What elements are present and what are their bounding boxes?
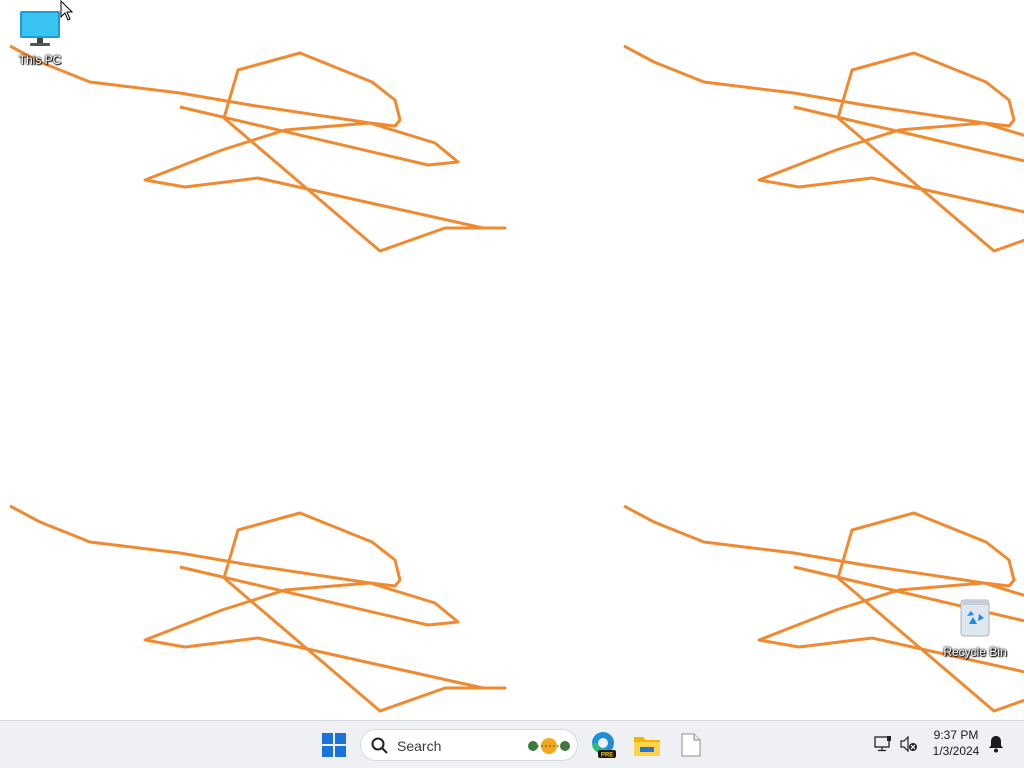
desktop-icon-label: Recycle Bin: [943, 645, 1007, 659]
desktop-icon-label: This PC: [18, 53, 62, 67]
folder-icon: [634, 737, 660, 756]
windows-logo-icon: [322, 733, 346, 757]
search-placeholder: Search: [397, 738, 442, 754]
notepad-taskbar-button[interactable]: [675, 729, 707, 761]
taskbar-clock[interactable]: 9:37 PM 1/3/2024: [920, 727, 992, 759]
search-icon: [371, 737, 388, 754]
clock-date: 1/3/2024: [932, 744, 980, 758]
taskbar: Search PRE: [0, 720, 1024, 768]
search-highlight-icon: [528, 738, 570, 754]
network-icon[interactable]: [874, 736, 892, 752]
pre-badge: PRE: [601, 753, 613, 759]
start-button[interactable]: [318, 729, 350, 761]
notification-bell-icon[interactable]: [988, 735, 1004, 753]
recycle-bin-icon: [960, 599, 990, 637]
desktop-wallpaper: [8, 44, 1024, 713]
edge-taskbar-button[interactable]: PRE: [587, 729, 619, 761]
edge-icon: PRE: [592, 732, 616, 759]
document-icon: [681, 733, 701, 757]
mouse-cursor-icon: [60, 0, 74, 21]
clock-time: 9:37 PM: [933, 728, 979, 742]
volume-muted-icon[interactable]: [900, 736, 918, 752]
monitor-icon: [20, 11, 60, 46]
file-explorer-taskbar-button[interactable]: [631, 729, 663, 761]
taskbar-search-box[interactable]: Search: [360, 729, 578, 761]
recycle-bin-desktop-icon[interactable]: Recycle Bin: [940, 596, 1010, 659]
